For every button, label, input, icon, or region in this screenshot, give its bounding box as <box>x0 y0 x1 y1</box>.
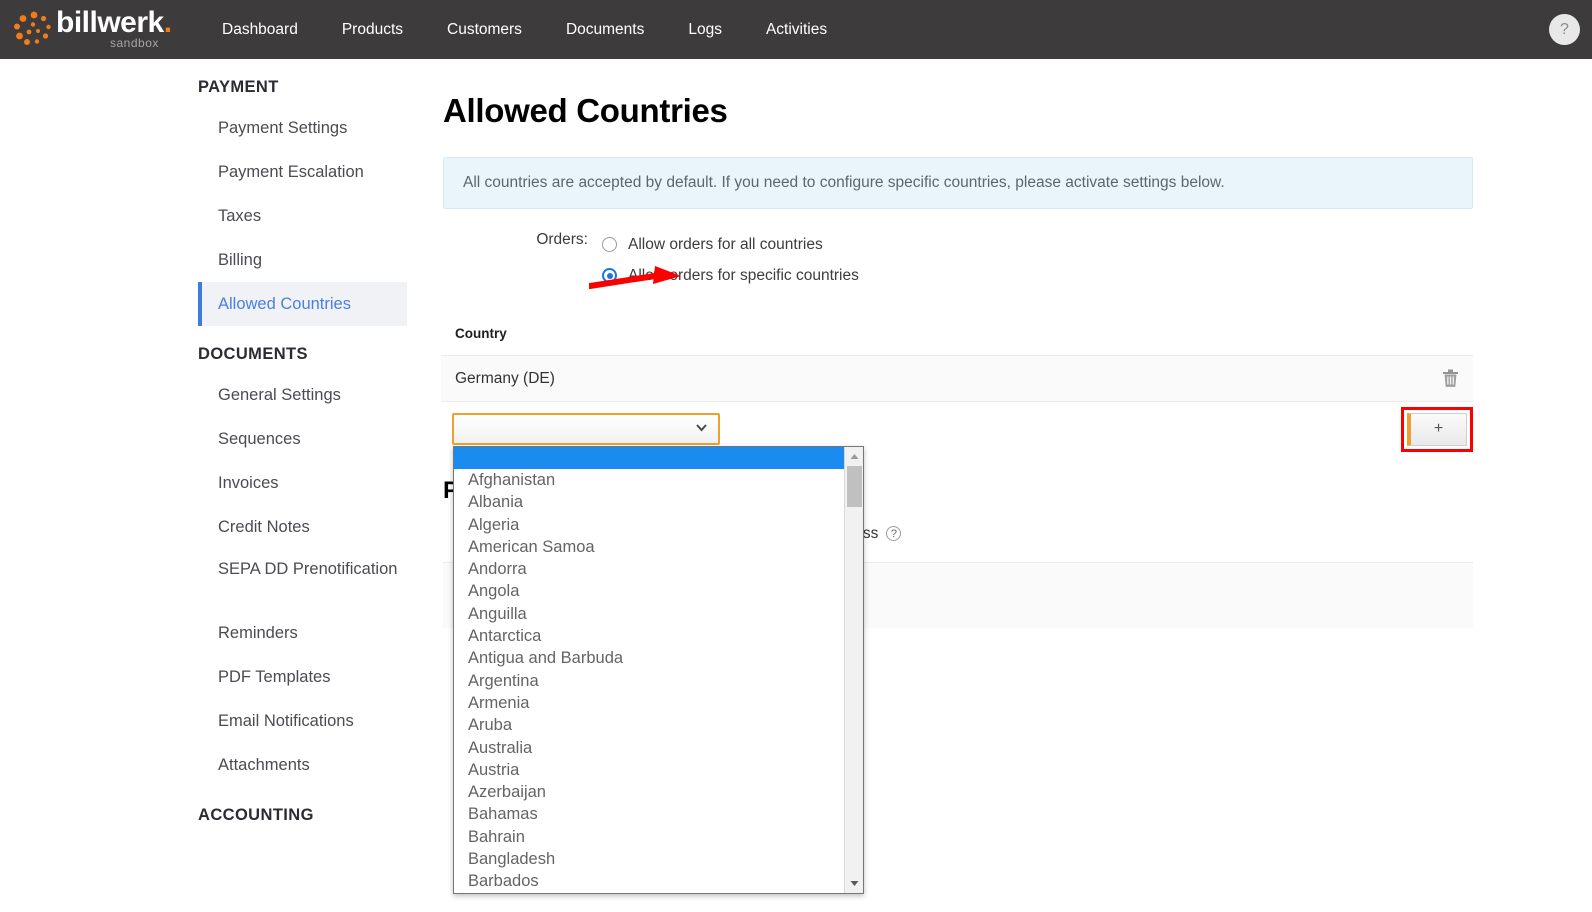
country-dropdown-list: Afghanistan Albania Algeria American Sam… <box>454 447 844 893</box>
dropdown-option[interactable]: Anguilla <box>454 603 844 625</box>
sidebar-item-sequences[interactable]: Sequences <box>0 417 430 461</box>
dropdown-option[interactable]: Austria <box>454 759 844 781</box>
trash-icon[interactable] <box>1442 369 1459 388</box>
orders-label: Orders: <box>536 231 588 248</box>
nav-item-products[interactable]: Products <box>320 0 425 59</box>
triangle-up-icon[interactable] <box>848 450 861 463</box>
radio-row-all-countries[interactable]: Allow orders for all countries <box>602 229 1592 260</box>
dropdown-option[interactable]: Afghanistan <box>454 469 844 491</box>
brand-logo[interactable]: billwerk. sandbox <box>0 0 178 59</box>
country-select[interactable] <box>452 413 720 445</box>
dropdown-option[interactable]: Argentina <box>454 670 844 692</box>
dropdown-option[interactable]: Bahrain <box>454 826 844 848</box>
sidebar-item-payment-escalation[interactable]: Payment Escalation <box>0 150 430 194</box>
dropdown-option[interactable]: Algeria <box>454 514 844 536</box>
dropdown-scroll-thumb[interactable] <box>847 466 862 507</box>
radio-row-specific-countries[interactable]: Allow orders for specific countries <box>602 260 1592 291</box>
settings-sidebar: PAYMENT Payment Settings Payment Escalat… <box>0 59 430 912</box>
dropdown-option[interactable]: American Samoa <box>454 536 844 558</box>
sidebar-item-payment-settings[interactable]: Payment Settings <box>0 106 430 150</box>
sidebar-item-sepa-dd-prenotification[interactable]: SEPA DD Prenotification <box>0 549 430 611</box>
nav-item-dashboard[interactable]: Dashboard <box>200 0 320 59</box>
dropdown-option[interactable]: Antigua and Barbuda <box>454 647 844 669</box>
allowed-countries-table: Country Germany (DE) + <box>441 326 1473 453</box>
sidebar-item-label: SEPA DD Prenotification <box>218 560 398 578</box>
nav-item-activities[interactable]: Activities <box>744 0 849 59</box>
country-select-wrapper <box>452 413 720 445</box>
dropdown-option[interactable]: Armenia <box>454 692 844 714</box>
table-cell-country: Germany (DE) <box>455 369 555 387</box>
radio-all-countries[interactable] <box>602 237 617 252</box>
radio-label-all-countries: Allow orders for all countries <box>628 235 823 253</box>
table-row: Germany (DE) <box>441 355 1473 402</box>
sidebar-item-invoices[interactable]: Invoices <box>0 461 430 505</box>
help-icon[interactable]: ? <box>1549 14 1580 45</box>
dropdown-option[interactable]: Angola <box>454 580 844 602</box>
dropdown-option[interactable]: Antarctica <box>454 625 844 647</box>
dropdown-option[interactable]: Albania <box>454 491 844 513</box>
sidebar-item-general-settings[interactable]: General Settings <box>0 373 430 417</box>
sidebar-group-accounting: ACCOUNTING <box>198 806 314 824</box>
sidebar-group-payment: PAYMENT <box>198 78 279 96</box>
add-country-button[interactable]: + <box>1407 412 1467 446</box>
add-country-highlight-box: + <box>1401 406 1473 452</box>
sidebar-item-attachments[interactable]: Attachments <box>0 743 430 787</box>
sidebar-item-pdf-templates[interactable]: PDF Templates <box>0 655 430 699</box>
billwerk-dots-logo <box>14 11 51 45</box>
orders-setting-block: Orders: Allow orders for all countries A… <box>430 229 1592 291</box>
dropdown-option[interactable]: Bangladesh <box>454 848 844 870</box>
sidebar-item-email-notifications[interactable]: Email Notifications <box>0 699 430 743</box>
sidebar-group-documents: DOCUMENTS <box>198 345 308 363</box>
nav-item-customers[interactable]: Customers <box>425 0 544 59</box>
dropdown-option[interactable]: Australia <box>454 737 844 759</box>
top-navbar: billwerk. sandbox Dashboard Products Cus… <box>0 0 1592 59</box>
country-dropdown-popup[interactable]: Afghanistan Albania Algeria American Sam… <box>453 446 864 894</box>
nav-item-logs[interactable]: Logs <box>666 0 744 59</box>
brand-word-text: billwerk <box>56 6 164 39</box>
dropdown-scrollbar[interactable] <box>844 447 863 893</box>
radio-specific-countries[interactable] <box>602 268 617 283</box>
triangle-down-icon[interactable] <box>848 877 861 890</box>
nav-links: Dashboard Products Customers Documents L… <box>200 0 849 59</box>
info-banner: All countries are accepted by default. I… <box>443 157 1473 209</box>
sidebar-item-allowed-countries[interactable]: Allowed Countries <box>198 282 407 326</box>
dropdown-option[interactable]: Andorra <box>454 558 844 580</box>
page-title: Allowed Countries <box>443 92 728 129</box>
dropdown-option[interactable]: Azerbaijan <box>454 781 844 803</box>
dropdown-option[interactable]: Barbados <box>454 870 844 892</box>
nav-item-documents[interactable]: Documents <box>544 0 666 59</box>
table-column-header-country: Country <box>455 326 507 341</box>
radio-label-specific-countries: Allow orders for specific countries <box>628 266 859 284</box>
brand-wordmark: billwerk. <box>56 6 172 40</box>
sidebar-item-reminders[interactable]: Reminders <box>0 611 430 655</box>
orders-radio-group: Allow orders for all countries Allow ord… <box>602 229 1592 291</box>
sidebar-item-billing[interactable]: Billing <box>0 238 430 282</box>
dropdown-option[interactable] <box>454 447 844 469</box>
question-circle-icon[interactable]: ? <box>886 526 902 541</box>
dropdown-option[interactable]: Bahamas <box>454 803 844 825</box>
sidebar-item-taxes[interactable]: Taxes <box>0 194 430 238</box>
brand-subtitle: sandbox <box>110 36 159 50</box>
sidebar-item-credit-notes[interactable]: Credit Notes <box>0 505 430 549</box>
dropdown-option[interactable]: Aruba <box>454 714 844 736</box>
brand-period: . <box>163 6 172 39</box>
